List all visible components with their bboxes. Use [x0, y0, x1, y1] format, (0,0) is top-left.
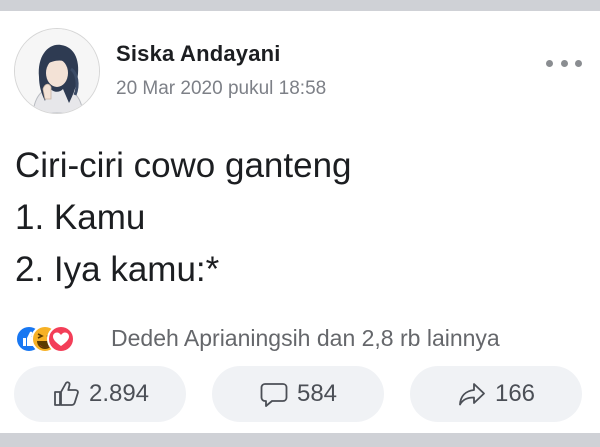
love-icon — [47, 325, 75, 353]
like-button[interactable]: 2.894 — [14, 366, 186, 422]
reaction-summary[interactable]: Dedeh Aprianingsih dan 2,8 rb lainnya — [111, 325, 500, 352]
dot-icon — [546, 59, 553, 67]
post-line: 1. Kamu — [15, 198, 146, 237]
post-timestamp[interactable]: 20 Mar 2020 pukul 18:58 — [116, 78, 326, 100]
reaction-icons[interactable] — [14, 322, 76, 356]
like-count: 2.894 — [88, 380, 150, 407]
dot-icon — [575, 59, 582, 67]
post-body: Ciri-ciri cowo ganteng 1. Kamu 2. Iya ka… — [15, 140, 352, 296]
comment-button[interactable]: 584 — [212, 366, 384, 422]
share-arrow-icon — [459, 383, 485, 406]
comment-icon — [260, 383, 288, 407]
dot-icon — [560, 59, 568, 67]
top-divider — [0, 0, 600, 11]
bottom-divider — [0, 433, 600, 447]
share-button[interactable]: 166 — [410, 366, 582, 422]
more-options-icon[interactable] — [546, 58, 582, 68]
share-count: 166 — [494, 380, 536, 407]
thumbs-up-icon — [54, 381, 79, 406]
post-line: Ciri-ciri cowo ganteng — [15, 146, 352, 185]
author-name[interactable]: Siska Andayani — [116, 41, 281, 67]
post-line: 2. Iya kamu:* — [15, 250, 220, 289]
avatar-illustration — [15, 29, 99, 113]
comment-count: 584 — [296, 380, 338, 407]
avatar[interactable] — [14, 28, 100, 114]
